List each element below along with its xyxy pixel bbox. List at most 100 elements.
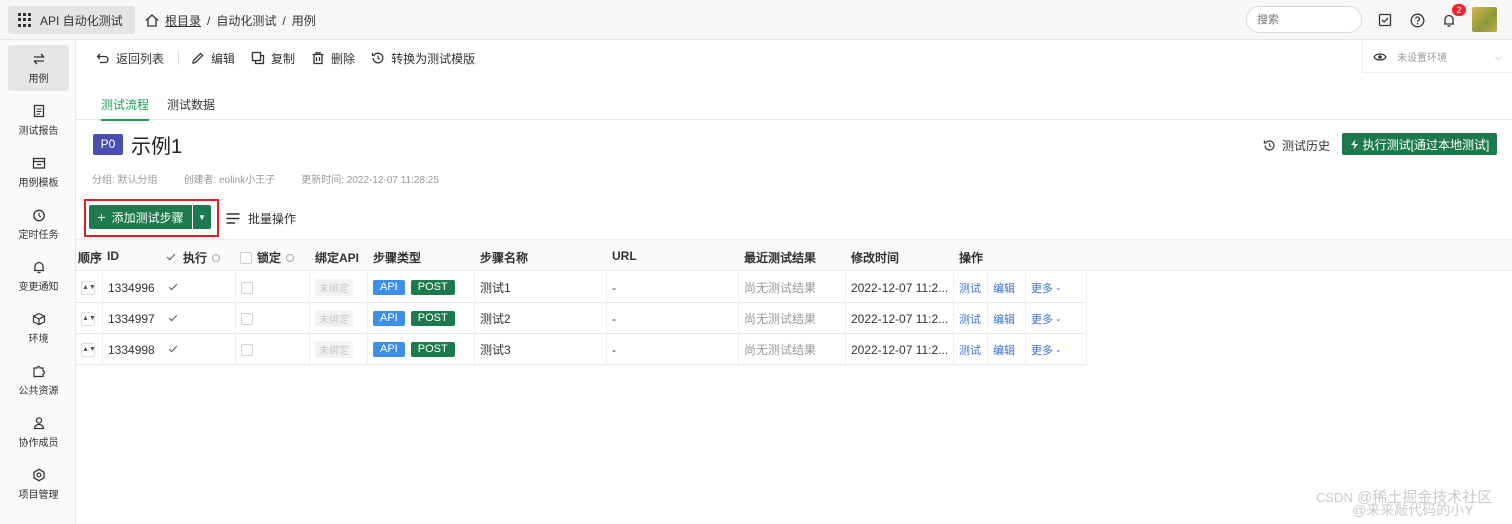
test-history-button[interactable]: 测试历史 [1263, 137, 1330, 154]
edit-link[interactable]: 编辑 [993, 342, 1015, 358]
sidebar-item-label: 测试报告 [18, 125, 59, 137]
breadcrumb: 根目录 / 自动化测试 / 用例 [145, 12, 316, 29]
sidebar-item-members[interactable]: 协作成员 [8, 409, 69, 455]
url-cell: - [607, 334, 739, 365]
history-label: 测试历史 [1282, 139, 1331, 153]
exec-cell [163, 303, 236, 334]
top-bar: API 自动化测试 根目录 / 自动化测试 / 用例 2 [0, 0, 1512, 40]
exec-checkbox[interactable] [168, 344, 180, 356]
tab-test-flow[interactable]: 测试流程 [101, 96, 150, 121]
col-step-type: 步骤类型 [373, 251, 422, 265]
unbound-tag[interactable]: 未绑定 [315, 341, 353, 358]
sort-handle-icon[interactable]: ▲▼ [81, 311, 96, 326]
edit-link[interactable]: 编辑 [993, 311, 1015, 327]
sort-handle-icon[interactable]: ▲▼ [81, 342, 96, 357]
case-updated-time: 更新时间: 2022-12-07 11:28:25 [301, 175, 439, 186]
test-link[interactable]: 测试 [959, 342, 981, 358]
back-to-list-button[interactable]: 返回列表 [96, 50, 164, 67]
copy-button[interactable]: 复制 [251, 50, 295, 67]
add-step-dropdown-button[interactable]: ▼ [193, 205, 211, 229]
sidebar-item-scheduled-tasks[interactable]: 定时任务 [8, 201, 69, 247]
lightning-icon [1350, 139, 1358, 149]
sidebar-item-cases[interactable]: 用例 [8, 45, 69, 91]
delete-button[interactable]: 删除 [311, 50, 355, 67]
sidebar-item-reports[interactable]: 测试报告 [8, 97, 69, 143]
trash-icon [312, 52, 324, 65]
sidebar-item-label: 变更通知 [18, 281, 59, 293]
chevron-down-icon: ⌄ [1055, 314, 1062, 323]
convert-to-template-button[interactable]: 转换为测试模版 [371, 50, 475, 67]
col-bind-api: 绑定API [315, 251, 360, 265]
timer-icon [32, 209, 45, 221]
sidebar-item-label: 项目管理 [18, 489, 59, 501]
exec-checkbox[interactable] [168, 313, 180, 325]
step-name-cell: 测试2 [475, 303, 607, 334]
breadcrumb-separator: / [282, 13, 286, 28]
add-test-step-button[interactable]: + 添加测试步骤 [89, 205, 192, 229]
tab-test-data[interactable]: 测试数据 [167, 96, 215, 119]
api-tag: API [373, 280, 405, 295]
breadcrumb-section[interactable]: 自动化测试 [216, 12, 276, 29]
case-group: 分组: 默认分组 [92, 175, 158, 186]
lock-checkbox[interactable] [241, 343, 253, 356]
test-link[interactable]: 测试 [959, 280, 981, 296]
run-test-button[interactable]: 执行测试[通过本地测试] [1342, 133, 1497, 155]
breadcrumb-page: 用例 [291, 14, 316, 28]
tab-bar: 测试流程 测试数据 [76, 92, 1512, 121]
sidebar-item-project-settings[interactable]: 项目管理 [8, 461, 69, 507]
sidebar-item-templates[interactable]: 用例模板 [8, 149, 69, 195]
sidebar-item-change-notifications[interactable]: 变更通知 [8, 253, 69, 299]
sidebar-item-environment[interactable]: 环境 [8, 305, 69, 351]
col-last-result: 最近测试结果 [744, 251, 817, 265]
api-tag: API [373, 311, 405, 326]
id-cell: 1334997 [108, 311, 155, 326]
template-icon [32, 157, 45, 169]
step-type-cell: API POST [368, 303, 475, 334]
lock-all-checkbox[interactable] [240, 251, 252, 264]
more-link[interactable]: 更多 [1031, 280, 1053, 296]
avatar[interactable] [1472, 7, 1497, 32]
col-url: URL [612, 249, 637, 263]
more-link[interactable]: 更多 [1031, 342, 1053, 358]
bell-icon [33, 261, 44, 273]
app-switcher[interactable]: API 自动化测试 [8, 6, 135, 34]
environment-selector[interactable]: 未设置环境 ⌵ [1362, 41, 1512, 73]
modified-cell: 2022-12-07 11:2... [846, 334, 954, 365]
ops-cell: 编辑 [988, 334, 1026, 365]
chevron-down-icon: ⌄ [1055, 345, 1062, 354]
breadcrumb-home[interactable]: 根目录 [165, 12, 201, 29]
more-link[interactable]: 更多 [1031, 311, 1053, 327]
help-icon[interactable] [1408, 11, 1426, 29]
priority-badge: P0 [93, 134, 123, 155]
lock-cell [236, 303, 310, 334]
sort-handle-icon[interactable]: ▲▼ [81, 280, 96, 295]
last-result-cell: 尚无测试结果 [739, 272, 846, 303]
lock-checkbox[interactable] [241, 281, 253, 294]
api-tag: API [373, 342, 405, 357]
undo-arrow-icon [96, 53, 109, 64]
lock-checkbox[interactable] [241, 312, 253, 325]
url-cell: - [607, 303, 739, 334]
cube-icon [32, 312, 45, 325]
batch-operation-button[interactable]: 批量操作 [226, 210, 296, 227]
convert-label: 转换为测试模版 [391, 51, 476, 66]
col-exec: 执行 [166, 249, 221, 266]
pencil-icon [192, 52, 204, 64]
unbound-tag[interactable]: 未绑定 [315, 279, 353, 296]
edit-button[interactable]: 编辑 [191, 50, 235, 67]
exec-all-checkbox[interactable] [166, 252, 178, 264]
test-link[interactable]: 测试 [959, 311, 981, 327]
col-exec-label: 执行 [183, 251, 208, 265]
add-step-label: 添加测试步骤 [111, 210, 184, 225]
sidebar-item-public-resources[interactable]: 公共资源 [8, 357, 69, 403]
report-icon [33, 104, 44, 117]
search-input[interactable] [1246, 6, 1362, 33]
edit-link[interactable]: 编辑 [993, 280, 1015, 296]
exec-checkbox[interactable] [168, 282, 180, 294]
ops-cell: 测试 [954, 334, 988, 365]
order-cell: ▲▼ [76, 303, 103, 334]
ops-cell: 编辑 [988, 272, 1026, 303]
task-check-icon[interactable] [1376, 11, 1394, 29]
watermark-text-2: @来来敲代码的小Y [1352, 502, 1474, 518]
unbound-tag[interactable]: 未绑定 [315, 310, 353, 327]
